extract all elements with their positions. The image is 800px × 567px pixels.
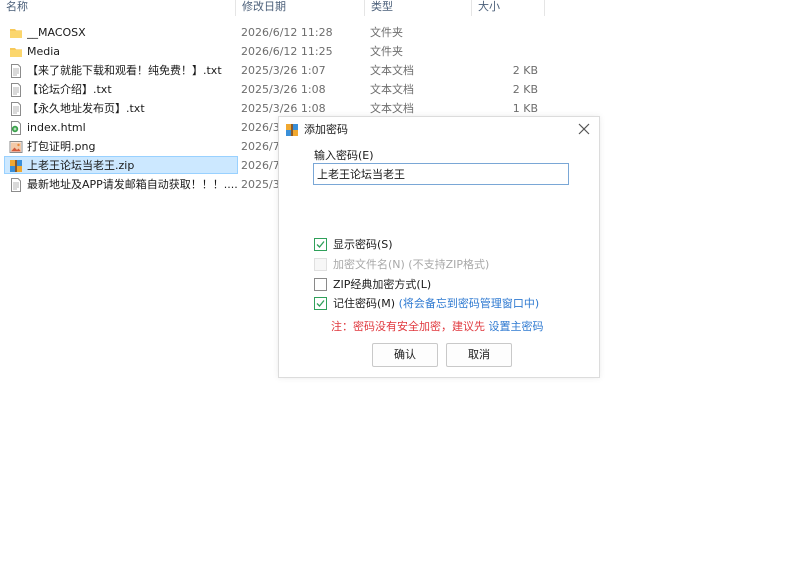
encrypt-filenames-label: 加密文件名(N) (不支持ZIP格式) bbox=[333, 257, 489, 272]
file-type: 文件夹 bbox=[370, 45, 403, 58]
file-name: __MACOSX bbox=[27, 26, 86, 39]
column-header-size[interactable]: 大小 bbox=[472, 0, 544, 17]
file-row[interactable]: 【来了就能下载和观看！纯免费！】.txt 2025/3/26 1:07 文本文档… bbox=[0, 61, 800, 80]
show-password-label: 显示密码(S) bbox=[333, 237, 393, 252]
option-hint: (不支持ZIP格式) bbox=[404, 258, 490, 271]
text-file-icon bbox=[11, 102, 21, 116]
file-type: 文本文档 bbox=[370, 64, 414, 77]
password-input[interactable] bbox=[313, 163, 569, 185]
security-note: 注：密码没有安全加密，建议先 设置主密码 bbox=[331, 320, 544, 334]
file-name: 打包证明.png bbox=[27, 140, 96, 153]
remember-password-checkbox[interactable] bbox=[314, 297, 327, 310]
file-date: 2026/6/12 11:28 bbox=[241, 26, 333, 39]
html-file-icon bbox=[11, 121, 21, 135]
file-name: 【永久地址发布页】.txt bbox=[27, 102, 145, 115]
file-name-cell[interactable]: Media bbox=[4, 42, 238, 60]
column-header-size-label: 大小 bbox=[478, 0, 500, 13]
column-divider[interactable] bbox=[544, 0, 545, 16]
file-size: 2 KB bbox=[512, 64, 538, 77]
set-master-password-link[interactable]: 设置主密码 bbox=[489, 320, 544, 333]
text-file-icon bbox=[11, 178, 21, 192]
file-name: 最新地址及APP请发邮箱自动获取！！！.... bbox=[27, 178, 238, 191]
file-name-cell[interactable]: index.html bbox=[4, 118, 238, 136]
security-note-text: 注：密码没有安全加密，建议先 bbox=[331, 320, 489, 333]
file-name-cell[interactable]: 上老王论坛当老王.zip bbox=[4, 156, 238, 174]
zip-file-icon bbox=[10, 160, 22, 172]
file-name: 上老王论坛当老王.zip bbox=[27, 159, 135, 172]
zip-classic-encryption-label: ZIP经典加密方式(L) bbox=[333, 277, 431, 292]
file-name-cell[interactable]: 【永久地址发布页】.txt bbox=[4, 99, 238, 117]
file-size: 2 KB bbox=[512, 83, 538, 96]
file-name: 【论坛介绍】.txt bbox=[27, 83, 112, 96]
close-icon bbox=[578, 123, 590, 135]
option-text: 记住密码(M) bbox=[333, 297, 396, 310]
option-text: 显示密码(S) bbox=[333, 238, 393, 251]
checkmark-icon bbox=[316, 241, 325, 248]
file-date: 2026/7, bbox=[241, 140, 284, 153]
file-name-cell[interactable]: __MACOSX bbox=[4, 23, 238, 41]
file-type: 文本文档 bbox=[370, 83, 414, 96]
text-file-icon bbox=[11, 83, 21, 97]
password-label: 输入密码(E) bbox=[314, 149, 374, 162]
remember-password-label: 记住密码(M) (将会备忘到密码管理窗口中) bbox=[333, 296, 539, 311]
file-type: 文件夹 bbox=[370, 26, 403, 39]
file-list-header: 名称 修改日期 类型 大小 bbox=[0, 0, 800, 17]
image-file-icon bbox=[9, 141, 23, 153]
column-header-type-label: 类型 bbox=[371, 0, 393, 13]
text-file-icon bbox=[11, 64, 21, 78]
file-row[interactable]: __MACOSX 2026/6/12 11:28 文件夹 bbox=[0, 23, 800, 42]
file-date: 2026/6/12 11:25 bbox=[241, 45, 333, 58]
file-name-cell[interactable]: 最新地址及APP请发邮箱自动获取！！！.... bbox=[4, 175, 238, 193]
archive-app-icon bbox=[286, 124, 298, 136]
option-text: 加密文件名(N) bbox=[333, 258, 405, 271]
dialog-title: 添加密码 bbox=[304, 123, 348, 136]
folder-icon bbox=[10, 29, 22, 38]
file-name: Media bbox=[27, 45, 61, 58]
add-password-dialog: 添加密码 输入密码(E) 显示密码(S) 加密文件名(N) (不支持ZIP格式)… bbox=[278, 116, 600, 378]
close-button[interactable] bbox=[569, 117, 599, 142]
file-name-cell[interactable]: 【论坛介绍】.txt bbox=[4, 80, 238, 98]
column-header-date-label: 修改日期 bbox=[242, 0, 286, 13]
file-row[interactable]: 【论坛介绍】.txt 2025/3/26 1:08 文本文档 2 KB bbox=[0, 80, 800, 99]
file-date: 2026/7, bbox=[241, 159, 284, 172]
column-header-type[interactable]: 类型 bbox=[365, 0, 471, 17]
confirm-button[interactable]: 确认 bbox=[372, 343, 438, 367]
column-header-name[interactable]: 名称 bbox=[0, 0, 235, 17]
column-header-name-label: 名称 bbox=[6, 0, 28, 13]
option-hint: (将会备忘到密码管理窗口中) bbox=[395, 297, 540, 310]
dialog-titlebar[interactable]: 添加密码 bbox=[279, 117, 599, 142]
zip-classic-encryption-checkbox[interactable] bbox=[314, 278, 327, 291]
file-name: index.html bbox=[27, 121, 86, 134]
option-text: ZIP经典加密方式(L) bbox=[333, 278, 432, 291]
file-date: 2026/3, bbox=[241, 121, 284, 134]
encrypt-filenames-checkbox bbox=[314, 258, 327, 271]
show-password-checkbox[interactable] bbox=[314, 238, 327, 251]
file-name: 【来了就能下载和观看！纯免费！】.txt bbox=[27, 64, 222, 77]
file-date: 2025/3/26 1:08 bbox=[241, 83, 326, 96]
file-date: 2025/3, bbox=[241, 178, 284, 191]
cancel-button[interactable]: 取消 bbox=[446, 343, 512, 367]
file-row[interactable]: Media 2026/6/12 11:25 文件夹 bbox=[0, 42, 800, 61]
file-name-cell[interactable]: 【来了就能下载和观看！纯免费！】.txt bbox=[4, 61, 238, 79]
file-name-cell[interactable]: 打包证明.png bbox=[4, 137, 238, 155]
folder-icon bbox=[10, 48, 22, 57]
checkmark-icon bbox=[316, 300, 325, 307]
file-date: 2025/3/26 1:07 bbox=[241, 64, 326, 77]
column-header-date[interactable]: 修改日期 bbox=[236, 0, 364, 17]
